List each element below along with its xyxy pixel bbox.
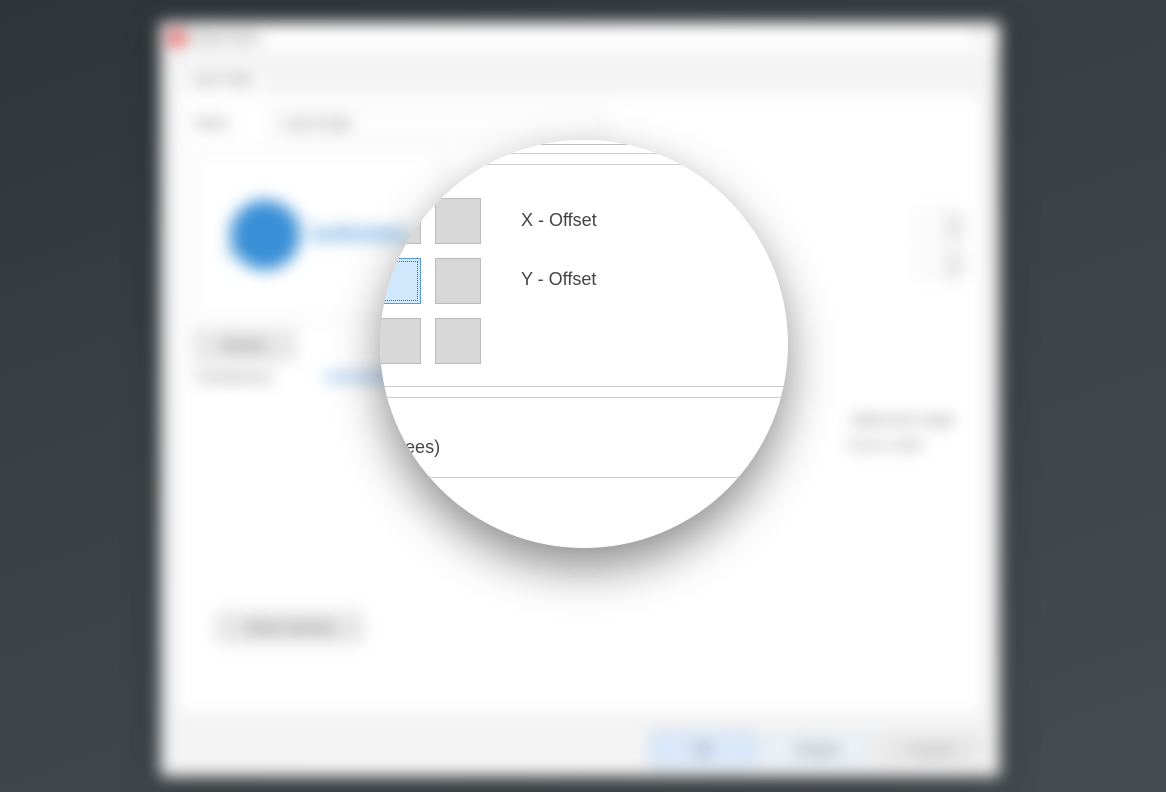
ok-button[interactable]: OK [651,734,755,764]
position-bottom-right[interactable] [435,318,481,364]
position-top-center[interactable] [380,198,421,244]
tab-logo-image[interactable]: Logo Image [175,65,268,90]
titlebar: Watermarks × [161,23,999,53]
name-label: Name [194,115,274,130]
position-middle-center[interactable] [380,258,421,304]
browse-button[interactable]: Browse [194,330,295,361]
x-offset-label: X - Offset [521,210,597,231]
position-fieldset: Position X - Offset Y - Offset [380,154,788,387]
position-grid [380,192,487,370]
app-icon [169,30,185,46]
cropped-field-above [380,140,788,154]
position-bottom-center[interactable] [380,318,421,364]
planet-icon [230,200,300,270]
y-offset-spinner[interactable] [920,250,962,276]
rotate-fieldset: Rotate Angle (Degrees) [380,387,788,478]
y-offset-label: Y - Offset [521,269,597,290]
window-title: Watermarks [191,30,261,45]
transparency-label: Transparency [194,369,304,384]
cancel-button[interactable]: Отмена [765,734,869,764]
angle-label: Angle (Degrees) [380,437,440,458]
select-intervals-button[interactable]: Select Intervals [216,612,363,643]
angle-input[interactable] [785,433,788,461]
dialog-buttons: OK Отмена Справка [651,734,983,764]
close-icon[interactable]: × [969,29,991,47]
help-button[interactable]: Справка [879,734,983,764]
partial-input[interactable] [490,140,650,145]
source-video-label: Source video [848,437,924,452]
x-offset-spinner[interactable] [920,212,962,238]
position-legend: Position [380,154,381,174]
watermark-image-label: Watermark Image [851,412,954,427]
position-top-right[interactable] [435,198,481,244]
name-field[interactable] [274,108,604,136]
magnifier-lens: Position X - Offset Y - Offset Rotate An… [380,140,788,548]
position-middle-right[interactable] [435,258,481,304]
